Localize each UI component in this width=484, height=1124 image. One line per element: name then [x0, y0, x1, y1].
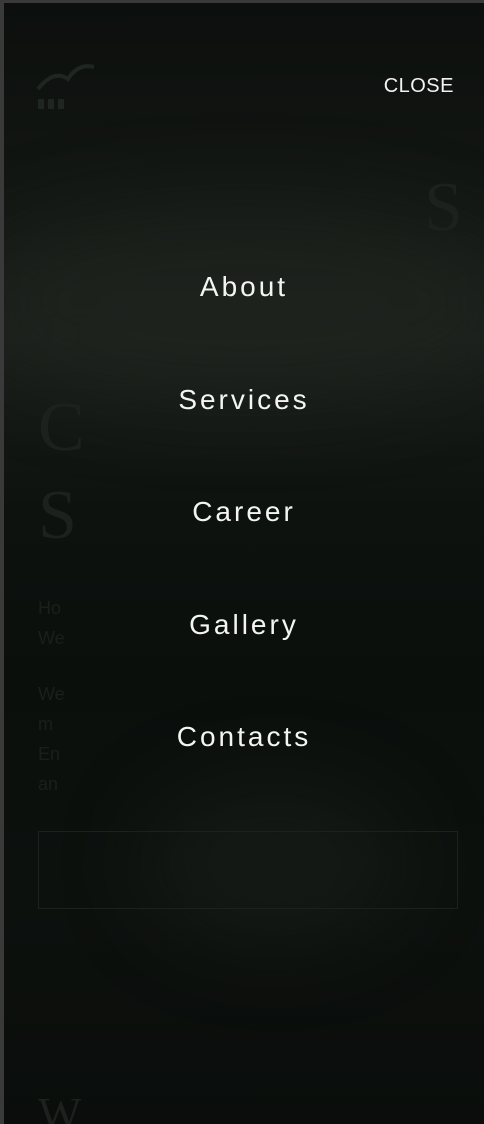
logo-icon: [34, 59, 114, 115]
menu-link-about[interactable]: About: [200, 271, 288, 302]
menu-item-gallery: Gallery: [4, 603, 484, 716]
menu-link-contacts[interactable]: Contacts: [177, 721, 312, 752]
menu-item-about: About: [4, 265, 484, 378]
main-navigation-menu: About Services Career Gallery Contacts: [4, 265, 484, 828]
close-menu-button[interactable]: CLOSE: [384, 75, 454, 98]
mobile-viewport: S U C S Ho We We m En an W CLOSE About Servi…: [0, 0, 484, 1124]
menu-link-gallery[interactable]: Gallery: [189, 609, 299, 640]
menu-item-services: Services: [4, 378, 484, 491]
menu-link-services[interactable]: Services: [178, 384, 309, 415]
background-heading-fragment: W: [38, 1088, 82, 1124]
menu-link-career[interactable]: Career: [192, 496, 296, 527]
background-heading-fragment: S: [424, 169, 463, 246]
menu-item-contacts: Contacts: [4, 715, 484, 828]
menu-item-career: Career: [4, 490, 484, 603]
background-button-outline: [38, 831, 458, 909]
